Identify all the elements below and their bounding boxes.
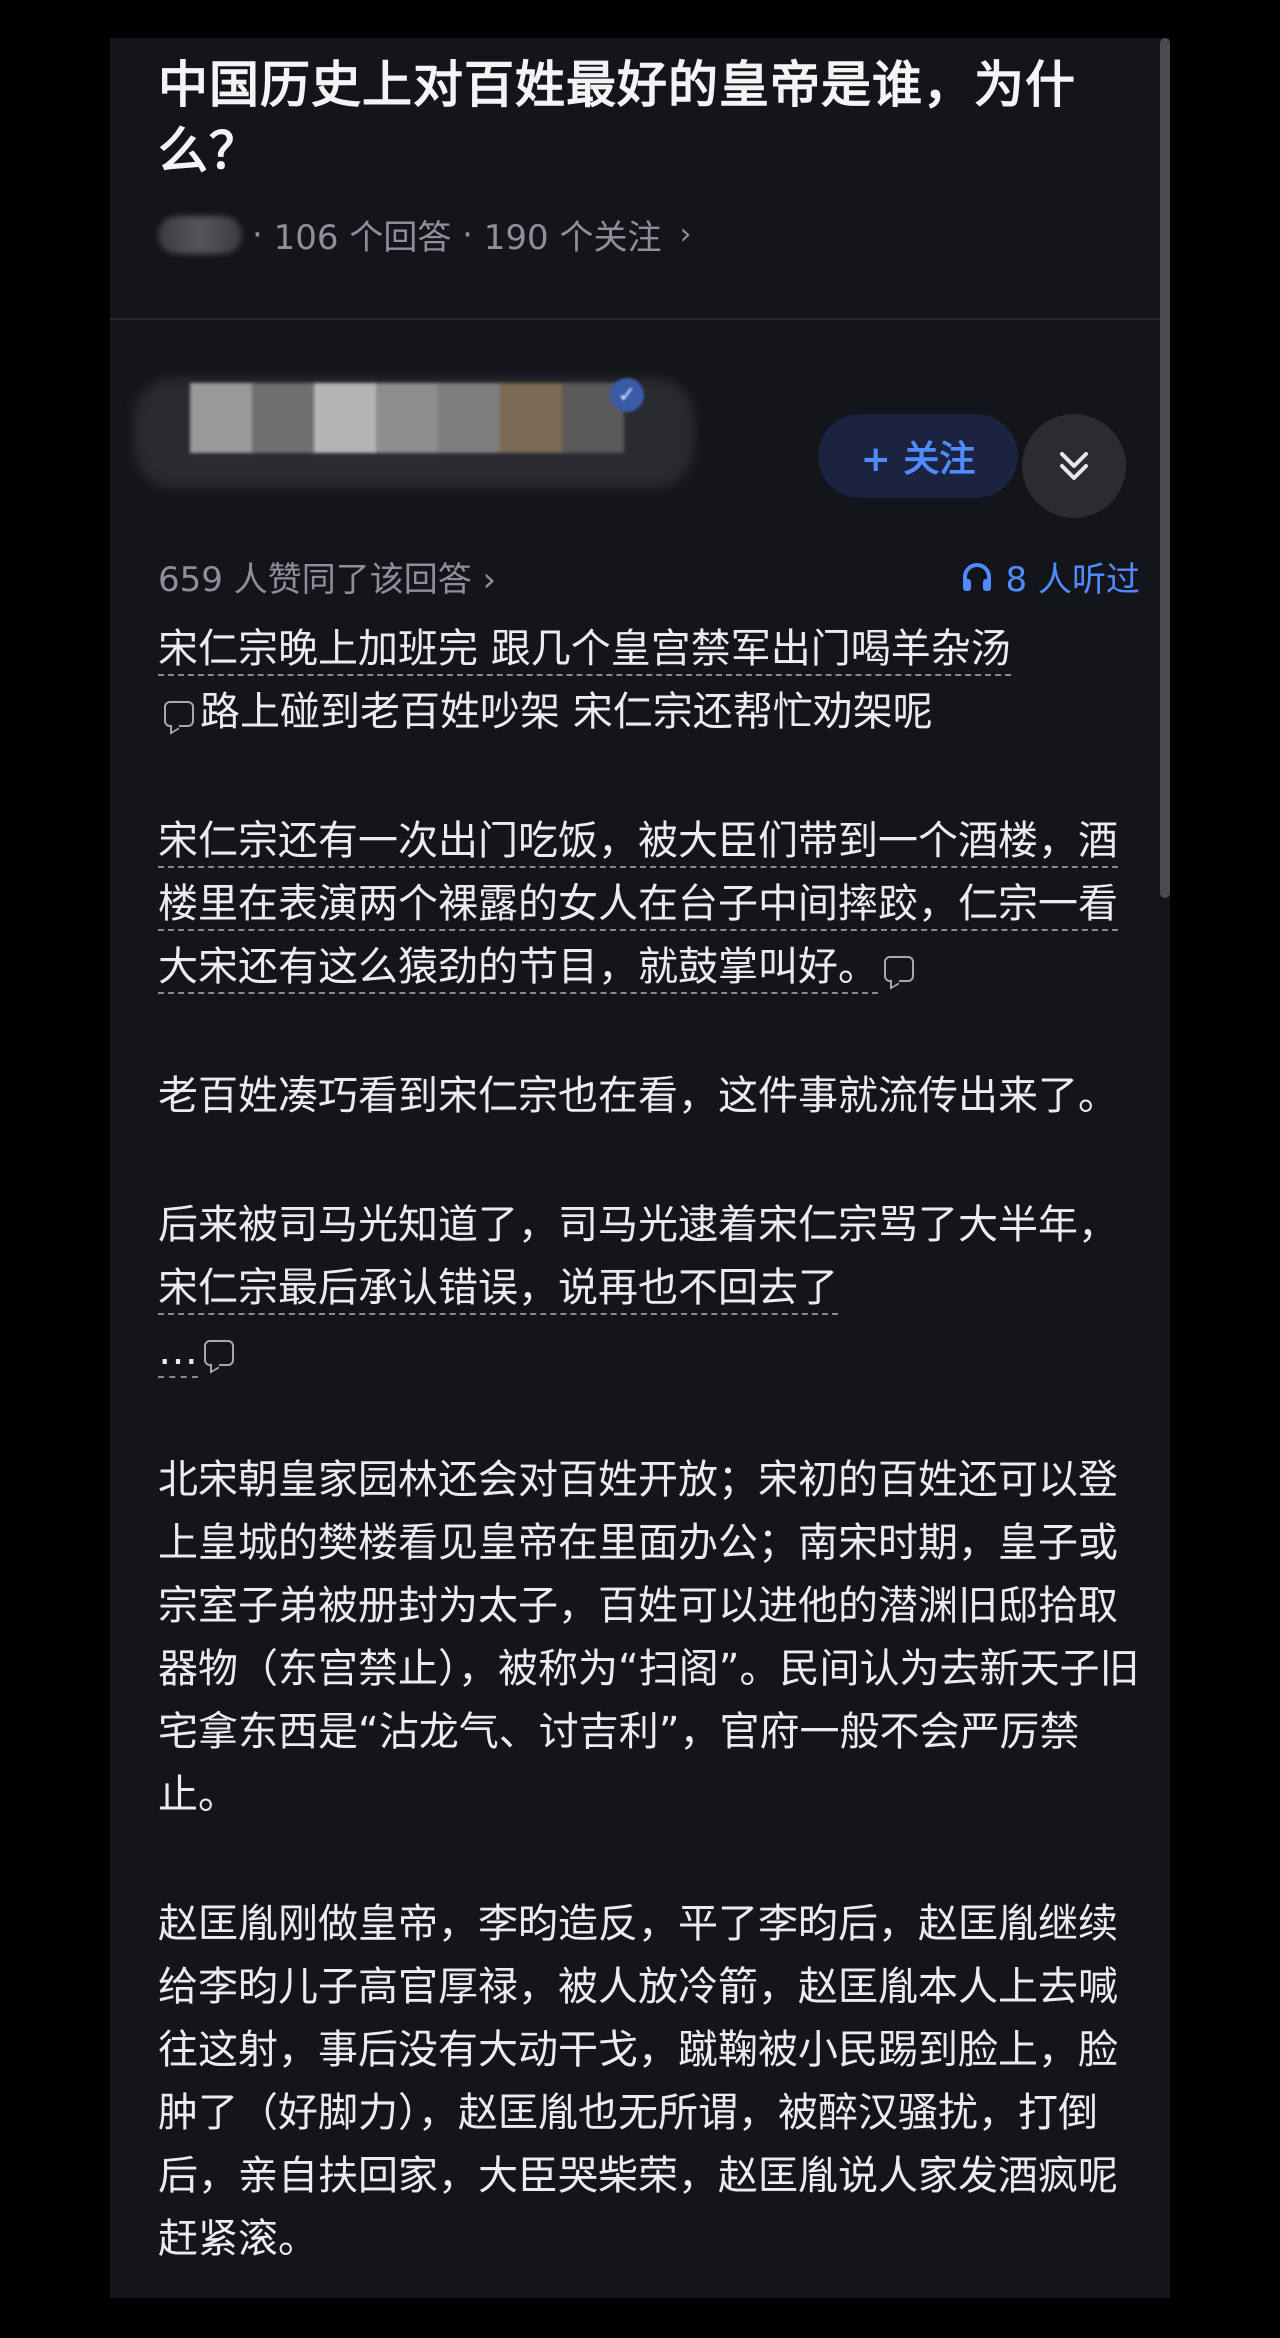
- blurred-topic: [158, 215, 242, 254]
- meta-separator: ·: [462, 214, 473, 255]
- scrollbar[interactable]: [1160, 38, 1170, 898]
- meta-separator: ·: [252, 214, 263, 255]
- annotated-text[interactable]: 宋仁宗还有一次出门吃饭，被大臣们带到一个酒楼，酒楼里在表演两个裸露的女人在台子中…: [158, 818, 1118, 994]
- answer-screen: 中国历史上对百姓最好的皇帝是谁，为什么？ · 106 个回答 · 190 个关注…: [110, 38, 1170, 2298]
- answer-paragraph: 赵匡胤刚做皇帝，李昀造反，平了李昀后，赵匡胤继续给李昀儿子高官厚禄，被人放冷箭，…: [158, 1901, 1118, 2262]
- answers-count: 106 个回答: [273, 218, 452, 258]
- annotated-text[interactable]: 宋仁宗晚上加班完 跟几个皇宫禁军出门喝羊杂汤: [158, 626, 1011, 676]
- comment-icon[interactable]: [164, 701, 194, 727]
- followers-count: 190 个关注: [483, 218, 662, 258]
- chevron-right-icon: ›: [679, 217, 692, 252]
- double-chevron-down-icon[interactable]: [1022, 414, 1126, 518]
- answer-body: 宋仁宗晚上加班完 跟几个皇宫禁军出门喝羊杂汤 路上碰到老百姓吵架 宋仁宗还帮忙劝…: [158, 618, 1148, 2298]
- answer-paragraph: 老百姓凑巧看到宋仁宗也在看，这件事就流传出来了。: [158, 1073, 1118, 1119]
- follow-button[interactable]: + 关注: [818, 414, 1018, 498]
- annotated-text[interactable]: 宋仁宗最后承认错误，说再也不回去了: [158, 1265, 838, 1315]
- answer-paragraph: 后来被司马光知道了，司马光逮着宋仁宗骂了大半年， 宋仁宗最后承认错误，说再也不回去…: [158, 1194, 1148, 1383]
- divider: [110, 318, 1170, 320]
- answer-paragraph: 宋仁宗还有一次出门吃饭，被大臣们带到一个酒楼，酒楼里在表演两个裸露的女人在台子中…: [158, 810, 1148, 999]
- headphones-icon: [962, 562, 991, 591]
- comment-icon[interactable]: [204, 1340, 234, 1366]
- question-title[interactable]: 中国历史上对百姓最好的皇帝是谁，为什么？: [158, 52, 1138, 184]
- comment-icon[interactable]: [884, 956, 914, 982]
- listened-count[interactable]: 8 人听过: [960, 552, 1140, 601]
- paragraph-text: 路上碰到老百姓吵架 宋仁宗还帮忙劝架呢: [200, 689, 933, 735]
- answer-paragraph: 北宋朝皇家园林还会对百姓开放；宋初的百姓还可以登上皇城的樊楼看见皇帝在里面办公；…: [158, 1457, 1140, 1818]
- verified-badge-icon: ✓: [610, 378, 644, 412]
- annotated-text[interactable]: …: [158, 1328, 198, 1378]
- paragraph-text: 后来被司马光知道了，司马光逮着宋仁宗骂了大半年，: [158, 1202, 1118, 1248]
- author-name-pixelated: [190, 383, 624, 453]
- question-meta[interactable]: · 106 个回答 · 190 个关注 ›: [158, 210, 691, 259]
- answer-paragraph: 宋仁宗晚上加班完 跟几个皇宫禁军出门喝羊杂汤 路上碰到老百姓吵架 宋仁宗还帮忙劝…: [158, 618, 1148, 744]
- likes-count[interactable]: 659 人赞同了该回答 ›: [158, 552, 496, 601]
- listened-label: 8 人听过: [1005, 560, 1140, 600]
